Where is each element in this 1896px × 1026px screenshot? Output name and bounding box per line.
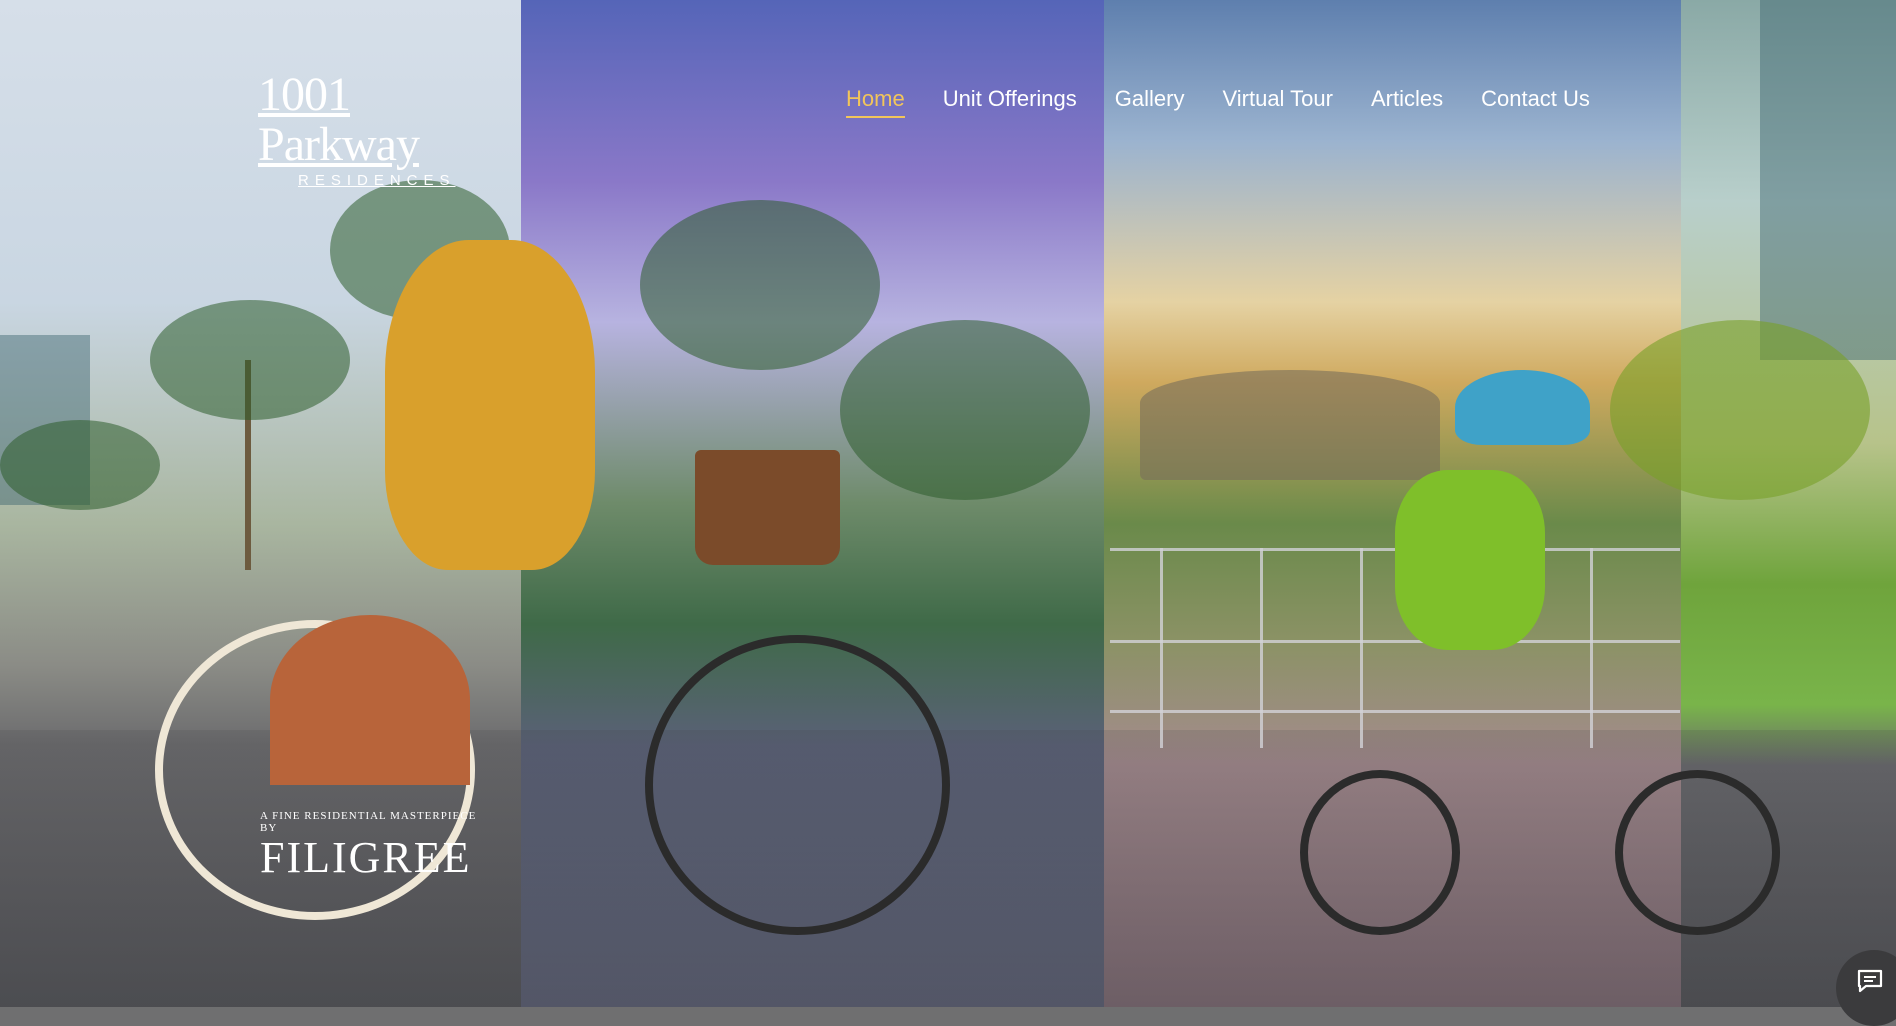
railing [1110, 640, 1680, 643]
bicycle-fender [270, 615, 470, 785]
kid-bike-rear-wheel [1300, 770, 1460, 935]
nav-item-unit-offerings[interactable]: Unit Offerings [943, 86, 1077, 118]
filigree-brand: A FINE RESIDENTIAL MASTERPIECE BY FILIGR… [260, 810, 480, 882]
brand-tagline: A FINE RESIDENTIAL MASTERPIECE BY [260, 810, 477, 834]
nav-item-virtual-tour[interactable]: Virtual Tour [1222, 86, 1332, 118]
railing-post [1160, 548, 1163, 748]
brand-name: FILIGREE [260, 833, 472, 882]
pavilion-shape [1140, 370, 1440, 480]
nav-item-home[interactable]: Home [846, 86, 905, 118]
main-nav: Home Unit Offerings Gallery Virtual Tour… [846, 86, 1590, 118]
tower-shape [1760, 0, 1896, 360]
kid-helmet [1455, 370, 1590, 445]
nav-item-gallery[interactable]: Gallery [1115, 86, 1185, 118]
tree-shape [640, 200, 880, 370]
railing-post [1360, 548, 1363, 748]
chat-button[interactable] [1836, 950, 1896, 1026]
kid-cyclist [1395, 470, 1545, 650]
bicycle-basket [695, 450, 840, 565]
woman-cyclist [385, 240, 595, 570]
site-logo[interactable]: 1001 Parkway RESIDENCES [258, 68, 508, 190]
logo-title: 1001 Parkway [258, 68, 420, 171]
tree-shape [0, 420, 160, 510]
railing-post [1590, 548, 1593, 748]
logo-subtitle: RESIDENCES [298, 172, 456, 189]
chat-icon [1857, 969, 1883, 993]
railing [1110, 710, 1680, 713]
nav-item-contact-us[interactable]: Contact Us [1481, 86, 1590, 118]
tree-shape [840, 320, 1090, 500]
nav-item-articles[interactable]: Articles [1371, 86, 1443, 118]
bicycle-front-wheel [645, 635, 950, 935]
kid-bike-front-wheel [1615, 770, 1780, 935]
palm-crown [150, 300, 350, 420]
railing-post [1260, 548, 1263, 748]
tree-shape [1610, 320, 1870, 500]
